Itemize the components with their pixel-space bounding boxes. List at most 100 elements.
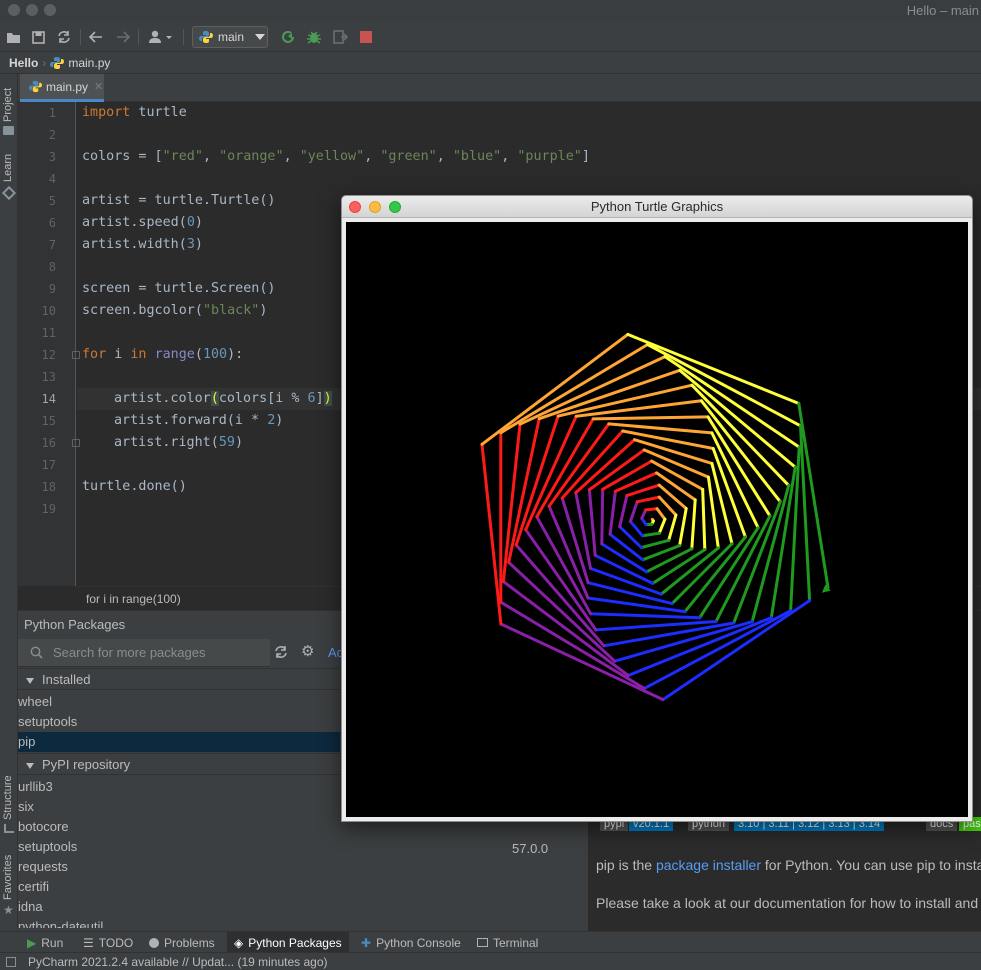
stop-icon[interactable] xyxy=(356,27,376,47)
learn-tool-tab[interactable]: Learn xyxy=(2,154,14,182)
code-line-18[interactable]: turtle.done() xyxy=(82,476,187,498)
fold-marker[interactable] xyxy=(72,351,80,359)
structure-tool-tab[interactable]: Structure xyxy=(2,775,14,820)
user-menu-icon[interactable] xyxy=(146,27,176,47)
line-number: 9 xyxy=(48,282,56,296)
search-placeholder: Search for more packages xyxy=(53,645,206,660)
turtle-segment xyxy=(618,494,629,529)
python-file-icon xyxy=(50,56,65,69)
turtle-segment xyxy=(589,612,702,620)
save-icon[interactable] xyxy=(28,27,48,47)
pypi-section-header[interactable]: PyPI repository xyxy=(18,753,340,775)
turtle-segment xyxy=(645,547,694,574)
repo-package-item[interactable]: python-dateutil xyxy=(18,917,340,928)
sync-icon[interactable] xyxy=(54,27,74,47)
editor-tab-main-py[interactable]: main.py ✕ xyxy=(20,74,104,102)
status-panel-icon[interactable] xyxy=(6,957,16,967)
breadcrumb-project[interactable]: Hello xyxy=(9,56,38,70)
python-packages-tool-tab[interactable]: ◈ Python Packages xyxy=(227,932,349,953)
installed-package-item[interactable]: setuptools xyxy=(18,712,340,732)
bottom-tool-tabs: ▶ Run ☰ TODO Problems ◈ Python Packages ✚ Py… xyxy=(0,931,981,953)
editor-tab-bar: main.py ✕ xyxy=(18,74,981,102)
favorites-tool-tab[interactable]: Favorites xyxy=(2,855,14,900)
terminal-tool-tab[interactable]: Terminal xyxy=(470,932,545,953)
line-number: 7 xyxy=(48,238,56,252)
installed-section-header[interactable]: Installed xyxy=(18,668,340,690)
line-number: 19 xyxy=(41,502,56,516)
turtle-segment xyxy=(642,609,793,690)
breadcrumb-file[interactable]: main.py xyxy=(68,56,110,70)
python-console-icon: ✚ xyxy=(361,935,372,950)
rerun-icon[interactable] xyxy=(278,27,298,47)
open-folder-icon[interactable] xyxy=(3,27,23,47)
code-line-10[interactable]: screen.bgcolor("black") xyxy=(82,300,267,322)
python-console-tool-tab[interactable]: ✚ Python Console xyxy=(354,932,468,953)
code-line-5[interactable]: artist = turtle.Turtle() xyxy=(82,190,275,212)
code-line-3[interactable]: colors = ["red", "orange", "yellow", "gr… xyxy=(82,146,590,168)
line-number: 14 xyxy=(41,392,56,406)
installed-package-item[interactable]: pip xyxy=(18,732,340,752)
left-tool-stripe: Project Learn Structure Favorites ★ xyxy=(0,74,18,931)
back-arrow-icon[interactable] xyxy=(86,27,106,47)
turtle-segment xyxy=(574,491,592,570)
line-number: 10 xyxy=(41,304,56,318)
repo-package-item[interactable]: urllib3 xyxy=(18,777,340,797)
turtle-segment xyxy=(698,526,760,620)
code-line-1[interactable]: import turtle xyxy=(82,102,187,124)
code-line-12[interactable]: for i in range(100): xyxy=(82,344,243,366)
installed-package-item[interactable]: wheel xyxy=(18,692,340,712)
package-installer-link[interactable]: package installer xyxy=(656,857,761,873)
zoom-window-button[interactable] xyxy=(44,4,56,16)
turtle-segment xyxy=(480,442,503,626)
turtle-segment xyxy=(608,489,617,536)
status-message[interactable]: PyCharm 2021.2.4 available // Updat... (… xyxy=(28,953,328,970)
collapse-triangle-icon xyxy=(26,762,34,769)
turtle-segment xyxy=(507,560,617,663)
turtle-segment xyxy=(639,538,671,550)
code-line-6[interactable]: artist.speed(0) xyxy=(82,212,203,234)
attach-debugger-icon[interactable] xyxy=(330,27,350,47)
line-number: 11 xyxy=(41,326,56,340)
search-icon xyxy=(30,646,43,659)
repo-package-item[interactable]: certifi xyxy=(18,877,340,897)
forward-arrow-icon[interactable] xyxy=(113,27,133,47)
problems-tool-tab[interactable]: Problems xyxy=(142,932,222,953)
fold-marker[interactable] xyxy=(72,439,80,447)
repo-package-item[interactable]: six xyxy=(18,797,340,817)
todo-tool-tab[interactable]: ☰ TODO xyxy=(76,932,140,953)
code-line-14[interactable]: artist.color(colors[i % 6]) xyxy=(114,388,332,410)
turtle-segment xyxy=(641,531,661,538)
repo-package-item[interactable]: idna xyxy=(18,897,340,917)
turtle-segment xyxy=(690,498,697,551)
minimize-window-button[interactable] xyxy=(26,4,38,16)
line-number: 2 xyxy=(48,128,56,142)
code-line-7[interactable]: artist.width(3) xyxy=(82,234,203,256)
turtle-segment xyxy=(644,507,659,512)
line-number: 5 xyxy=(48,194,56,208)
repo-package-item[interactable]: requests xyxy=(18,857,340,877)
code-line-15[interactable]: artist.forward(i * 2) xyxy=(114,410,283,432)
turtle-canvas[interactable] xyxy=(346,222,968,817)
close-tab-icon[interactable]: ✕ xyxy=(94,80,103,93)
packages-panel-title: Python Packages xyxy=(24,617,126,632)
turtle-segment xyxy=(683,535,747,614)
debug-bug-icon[interactable] xyxy=(304,27,324,47)
line-number: 8 xyxy=(48,260,56,274)
run-configuration-dropdown[interactable]: main xyxy=(192,26,268,48)
run-tool-tab[interactable]: ▶ Run xyxy=(20,932,70,953)
repo-package-item[interactable]: botocore xyxy=(18,817,340,837)
run-icon: ▶ xyxy=(27,935,37,950)
turtle-segment xyxy=(600,487,605,546)
close-window-button[interactable] xyxy=(8,4,20,16)
repo-package-item[interactable]: setuptools xyxy=(18,837,340,857)
line-number: 6 xyxy=(48,216,56,230)
main-toolbar: main xyxy=(0,22,981,52)
turtle-segment xyxy=(586,596,687,614)
code-line-16[interactable]: artist.right(59) xyxy=(114,432,243,454)
project-tool-tab[interactable]: Project xyxy=(2,88,14,122)
package-search-field[interactable]: Search for more packages xyxy=(18,639,270,667)
problems-icon xyxy=(149,937,159,948)
code-line-9[interactable]: screen = turtle.Screen() xyxy=(82,278,275,300)
gear-icon[interactable]: ⚙ xyxy=(301,644,317,660)
refresh-icon[interactable] xyxy=(274,645,290,661)
